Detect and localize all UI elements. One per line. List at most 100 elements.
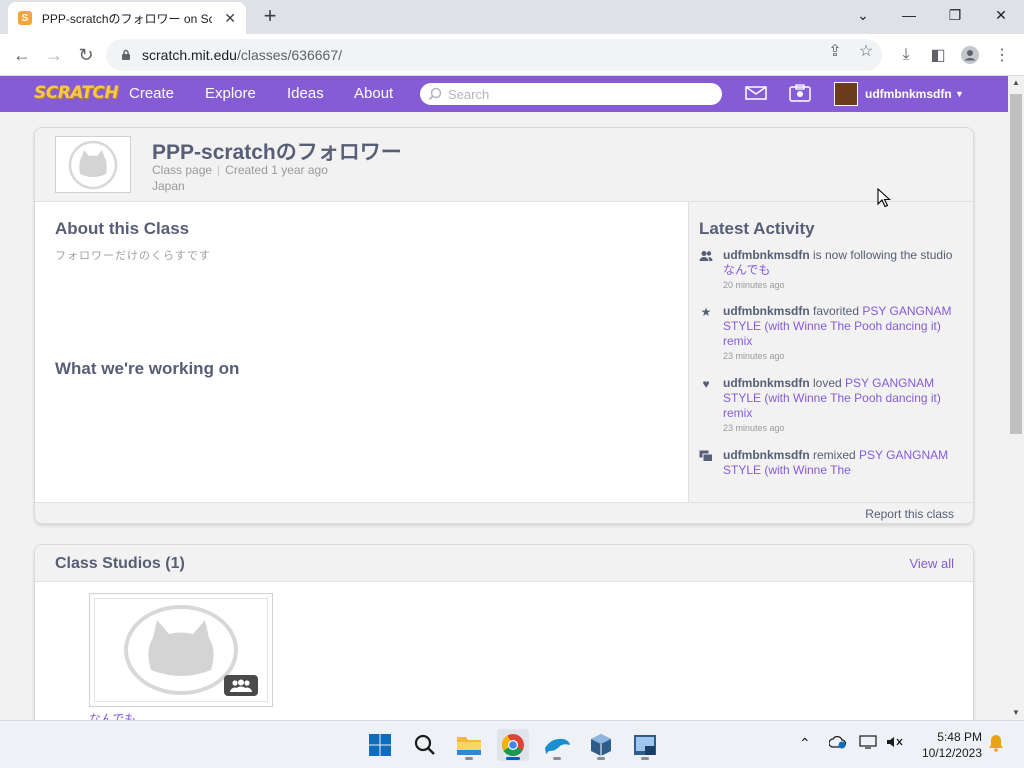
lock-icon [122,49,130,60]
heart-icon: ♥ [702,377,710,391]
search-box[interactable] [420,83,722,105]
chrome-icon[interactable] [497,729,529,761]
tab-title: PPP-scratchのフォロワー on Scratch [41,11,213,26]
activity-action: loved [809,376,846,390]
forward-arrow-icon[interactable]: → [41,42,67,68]
activity-action: is now following the studio [809,248,953,262]
bookmark-star-icon[interactable]: ☆ [857,42,875,60]
scratch-logo[interactable]: SCRATCH [34,83,119,103]
activity-user[interactable]: udfmbnkmsdfn [723,448,810,462]
activity-user[interactable]: udfmbnkmsdfn [723,248,810,262]
page-title: PPP-scratchのフォロワー [152,141,402,164]
search-input[interactable] [448,86,708,102]
start-button[interactable] [364,729,396,761]
activity-action: remixed [809,448,860,462]
activity-user[interactable]: udfmbnkmsdfn [723,376,810,390]
messages-icon[interactable] [745,86,767,100]
tab-close-icon[interactable]: ✕ [224,10,236,27]
minimize-button[interactable]: — [886,0,932,30]
back-arrow-icon[interactable]: ← [9,42,35,68]
tab-search-icon[interactable]: ⌄ [840,0,886,30]
activity-text: udfmbnkmsdfn is now following the studio… [723,248,963,278]
activity-target-link[interactable]: なんでも [723,263,770,277]
activity-text: udfmbnkmsdfn loved PSY GANGNAM STYLE (wi… [723,376,963,421]
nav-explore[interactable]: Explore [205,85,256,102]
download-icon[interactable]: ⤓ [895,44,917,66]
mouse-cursor-icon [877,188,891,208]
class-studios-card: Class Studios (1) View all なんでも [34,544,974,734]
studio-thumbnail[interactable] [89,593,273,707]
class-meta: Class page | Created 1 year ago [152,163,328,177]
meta-divider: | [217,163,221,177]
nav-ideas[interactable]: Ideas [287,85,324,102]
dolphin-app-icon[interactable] [541,729,573,761]
restore-button[interactable]: ❐ [932,0,978,30]
activity-action: favorited [809,304,863,318]
browser-tab[interactable]: S PPP-scratchのフォロワー on Scratch ✕ [8,2,246,34]
class-thumbnail [55,136,131,193]
profile-icon[interactable] [959,44,981,66]
user-avatar[interactable] [834,82,858,106]
scratch-navbar: SCRATCH Create Explore Ideas About udfmb… [0,76,1008,112]
system-clock[interactable]: 5:48 PM 10/12/2023 [920,729,982,761]
running-indicator [597,757,605,760]
class-card-footer: Report this class [35,502,973,523]
about-heading: About this Class [55,219,190,238]
share-icon[interactable]: ⇪ [826,42,844,60]
side-panel-icon[interactable]: ◧ [927,44,949,66]
page-scrollbar[interactable]: ▲ ▼ [1008,76,1024,720]
username[interactable]: udfmbnkmsdfn [865,87,952,101]
file-explorer-icon[interactable] [453,729,485,761]
running-indicator [641,757,649,760]
nav-create[interactable]: Create [129,85,174,102]
scroll-up-icon[interactable]: ▲ [1008,76,1024,90]
search-taskbar-icon[interactable] [409,729,441,761]
display-icon[interactable] [859,735,877,749]
my-stuff-icon[interactable] [789,84,811,102]
latest-activity-column: Latest Activity udfmbnkmsdfn is now foll… [688,202,973,502]
scratch-favicon-icon: S [18,11,32,25]
report-class-link[interactable]: Report this class [865,507,954,521]
show-hidden-icons-chevron-icon[interactable]: ⌃ [799,735,811,752]
class-header: PPP-scratchのフォロワー Class page | Created 1 y… [35,128,973,202]
class-type: Class page [152,163,213,177]
volume-muted-icon[interactable] [886,735,904,749]
nav-about[interactable]: About [354,85,393,102]
browser-tab-bar: S PPP-scratchのフォロワー on Scratch ✕ + ⌄ — ❐… [0,0,1024,34]
activity-user[interactable]: udfmbnkmsdfn [723,304,810,318]
url-path: /classes/636667/ [236,47,343,63]
windows-logo-icon [369,734,391,756]
clock-date: 10/12/2023 [921,746,982,760]
cloud-sync-icon[interactable] [829,735,847,749]
running-indicator [465,757,473,760]
dev-tool-app-icon[interactable] [629,729,661,761]
studios-header: Class Studios (1) View all [35,545,973,582]
studio-image [94,598,268,702]
virtualbox-icon[interactable] [585,729,617,761]
studio-group-icon [224,675,258,696]
url-host: scratch.mit.edu [142,47,237,63]
scratch-cat-placeholder-icon [68,140,118,189]
class-card: PPP-scratchのフォロワー Class page | Created 1 y… [34,127,974,524]
class-country: Japan [152,179,185,193]
scroll-down-icon[interactable]: ▼ [1008,706,1024,720]
browser-toolbar: ← → ↻ scratch.mit.edu/classes/636667/ ⇪ … [0,34,1024,76]
address-bar[interactable]: scratch.mit.edu/classes/636667/ [106,39,882,71]
class-created: Created 1 year ago [225,163,328,177]
chevron-down-icon[interactable]: ▼ [955,89,964,99]
scratch-cat-placeholder-icon [124,605,238,695]
about-description: フォロワーだけのくらすです [55,250,211,262]
new-tab-button[interactable]: + [258,4,282,28]
close-window-button[interactable]: ✕ [978,0,1024,30]
latest-activity-heading: Latest Activity [699,219,815,238]
view-all-link[interactable]: View all [909,556,954,571]
studios-heading: Class Studios (1) [55,555,185,572]
menu-dots-icon[interactable]: ⋮ [991,44,1013,66]
activity-text: udfmbnkmsdfn remixed PSY GANGNAM STYLE (… [723,448,963,478]
reload-icon[interactable]: ↻ [73,42,99,68]
activity-text: udfmbnkmsdfn favorited PSY GANGNAM STYLE… [723,304,963,349]
taskbar: ⌃ 5:48 PM 10/12/2023 [0,720,1024,768]
notification-bell-icon[interactable] [988,734,1004,752]
followers-icon [699,250,713,262]
scroll-thumb[interactable] [1010,94,1022,434]
